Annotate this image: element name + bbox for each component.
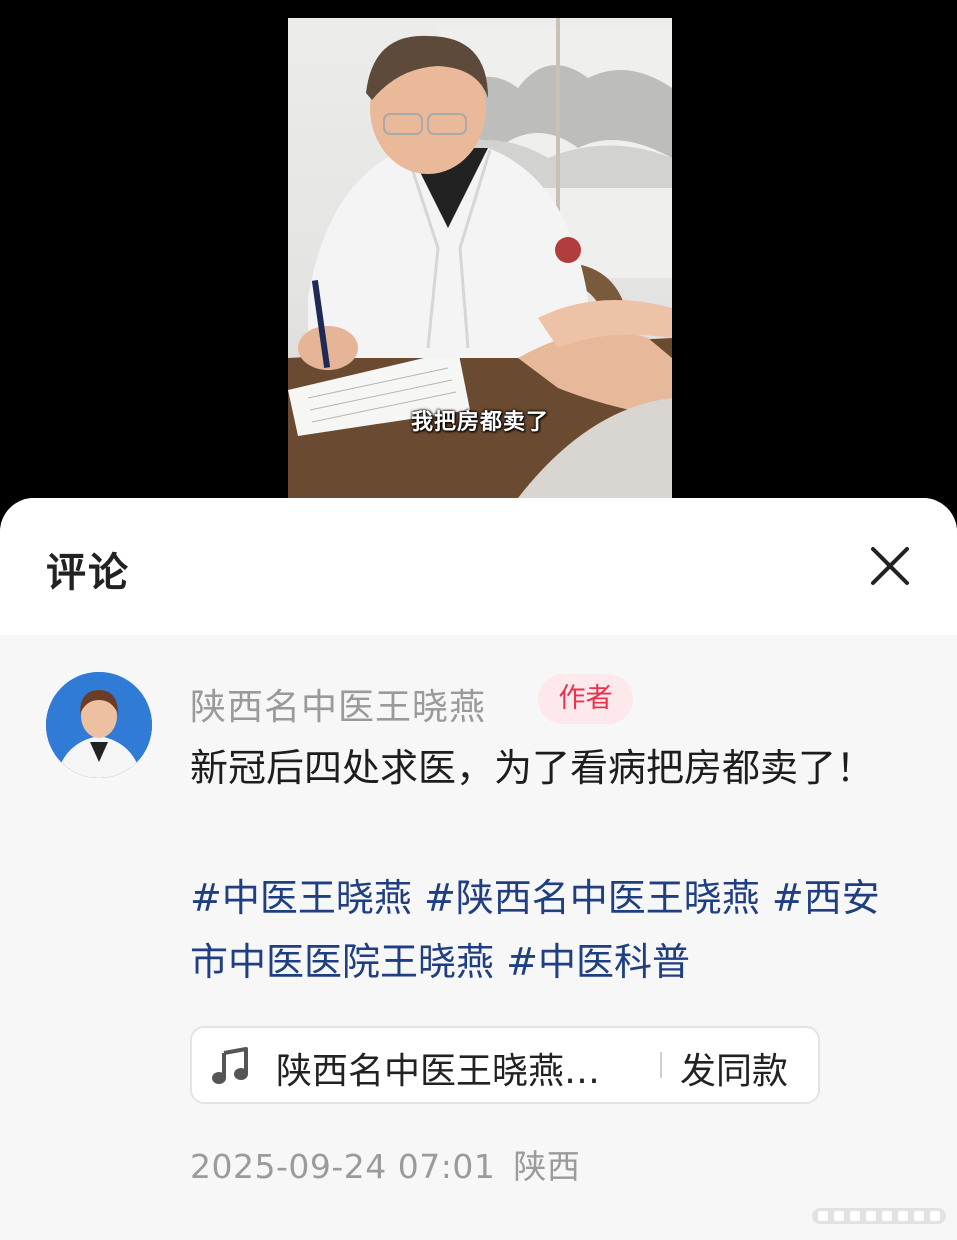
sheet-title: 评论 [46, 550, 130, 596]
comment-sheet: 评论 陕西名中医王晓燕 作者 新冠后四处求医，为了看病把房都卖了！ #中医王晓燕… [0, 498, 957, 1240]
author-name[interactable]: 陕西名中医王晓燕 [190, 678, 486, 730]
close-icon [871, 547, 909, 585]
hashtag[interactable]: #中医王晓燕 [190, 876, 412, 920]
hashtag[interactable]: #陕西名中医王晓燕 [424, 876, 760, 920]
watermark-icon [812, 1208, 946, 1224]
watermark-logo [812, 1206, 946, 1226]
avatar-photo-icon [46, 672, 152, 778]
hashtag-list: #中医王晓燕 #陕西名中医王晓燕 #西安市中医医院王晓燕 #中医科普 [190, 866, 890, 994]
use-same-button[interactable]: 发同款 [680, 1042, 788, 1094]
author-badge: 作者 [538, 674, 633, 724]
music-note-icon [212, 1047, 248, 1084]
music-title: 陕西名中医王晓燕… [276, 1051, 601, 1092]
video-caption: 我把房都卖了 [410, 410, 549, 435]
music-divider [660, 1052, 662, 1078]
comment-date: 2025-09-24 07:01 [190, 1147, 496, 1186]
comment-meta: 2025-09-24 07:01 陕西 [190, 1140, 598, 1188]
close-button[interactable] [860, 536, 920, 596]
video-frame[interactable]: 我把房都卖了 [288, 18, 672, 498]
hashtag[interactable]: #中医科普 [506, 940, 690, 984]
music-card[interactable]: 陕西名中医王晓燕… 发同款 [190, 1026, 820, 1104]
video-area[interactable]: 我把房都卖了 [0, 0, 957, 540]
comment-location: 陕西 [513, 1147, 581, 1186]
comment-text: 新冠后四处求医，为了看病把房都卖了！ [190, 746, 875, 790]
author-avatar[interactable] [46, 672, 152, 778]
sheet-header: 评论 [0, 498, 957, 635]
